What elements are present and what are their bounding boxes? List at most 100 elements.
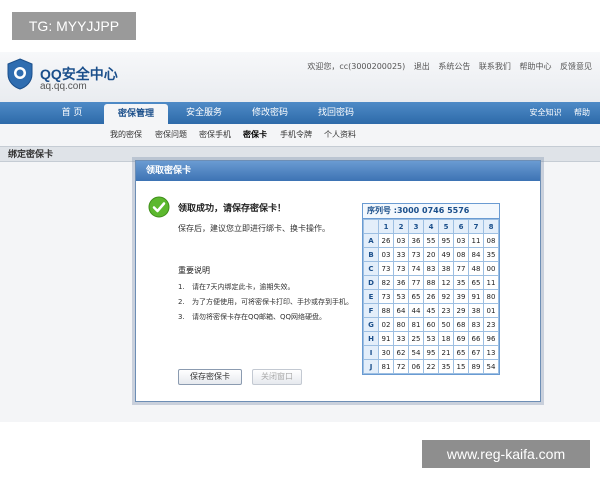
card-cell: 95	[438, 233, 454, 248]
card-cell: 65	[468, 275, 484, 290]
card-cell: 83	[468, 317, 484, 332]
card-row-label: E	[363, 289, 379, 304]
card-cell: 29	[453, 303, 469, 318]
card-cell: 00	[483, 261, 499, 276]
tab-recover-password[interactable]: 找回密码	[304, 102, 368, 124]
card-cell: 22	[423, 359, 439, 374]
card-cell: 36	[408, 233, 424, 248]
card-cell: 50	[438, 317, 454, 332]
site-url-label: www.reg-kaifa.com	[422, 440, 590, 468]
card-row: C 73 73 74 83 38 77 48 00	[363, 261, 499, 276]
card-column-header: 4	[423, 219, 439, 234]
top-links: 欢迎您，cc(3000200025) 退出 系统公告 联系我们 帮助中心 反馈意…	[301, 61, 592, 72]
contact-link[interactable]: 联系我们	[479, 62, 511, 71]
card-cell: 11	[483, 275, 499, 290]
card-row: A 26 03 36 55 95 03 11 08	[363, 233, 499, 248]
card-cell: 81	[408, 317, 424, 332]
note-item: 3. 请勿将密保卡存在QQ邮箱、QQ网络硬盘。	[178, 313, 327, 321]
card-cell: 13	[483, 345, 499, 360]
card-column-header: 8	[483, 219, 499, 234]
card-row-label: H	[363, 331, 379, 346]
card-cell: 54	[408, 345, 424, 360]
announcement-link[interactable]: 系统公告	[438, 62, 470, 71]
nav-right-links: 安全知识 帮助	[519, 102, 590, 124]
notes-title: 重要说明	[178, 266, 210, 275]
card-cell: 18	[438, 331, 454, 346]
card-cell: 03	[393, 233, 409, 248]
card-cell: 26	[378, 233, 394, 248]
card-cell: 45	[423, 303, 439, 318]
card-cell: 12	[438, 275, 454, 290]
save-card-button[interactable]: 保存密保卡	[178, 369, 242, 385]
card-row: F 88 64 44 45 23 29 38 01	[363, 303, 499, 318]
card-cell: 39	[453, 289, 469, 304]
card-cell: 38	[468, 303, 484, 318]
card-cell: 01	[483, 303, 499, 318]
card-cell: 33	[393, 331, 409, 346]
card-row: B 03 33 73 20 49 08 84 35	[363, 247, 499, 262]
claim-card-dialog: 领取密保卡 领取成功，请保存密保卡！ 保存后，建议您立即进行绑卡、换卡操作。 重…	[135, 160, 541, 402]
subnav-security-card[interactable]: 密保卡	[243, 129, 267, 140]
card-cell: 83	[423, 261, 439, 276]
tip-text: 保存后，建议您立即进行绑卡、换卡操作。	[178, 224, 330, 233]
help-link[interactable]: 帮助	[574, 108, 590, 117]
welcome-text: 欢迎您，cc(3000200025)	[307, 62, 406, 71]
card-cell: 33	[393, 247, 409, 262]
card-grid: 12345678 A 26 03 36 55 95 03 11 08 B 03 33 73 20 49 08 8…	[363, 219, 499, 374]
tab-security-service[interactable]: 安全服务	[172, 102, 236, 124]
card-column-header: 2	[393, 219, 409, 234]
card-cell: 48	[468, 261, 484, 276]
card-cell: 23	[483, 317, 499, 332]
card-cell: 02	[378, 317, 394, 332]
card-row: I 30 62 54 95 21 65 67 13	[363, 345, 499, 360]
tab-change-password[interactable]: 修改密码	[238, 102, 302, 124]
help-center-link[interactable]: 帮助中心	[519, 62, 551, 71]
card-cell: 68	[453, 317, 469, 332]
tab-home[interactable]: 首 页	[40, 102, 104, 124]
logout-link[interactable]: 退出	[414, 62, 430, 71]
card-cell: 38	[438, 261, 454, 276]
card-row: D 82 36 77 88 12 35 65 11	[363, 275, 499, 290]
security-card: 序列号 :3000 0746 5576 12345678 A 26 03 36 55 95…	[362, 203, 500, 375]
tab-security-management[interactable]: 密保管理	[104, 104, 168, 124]
main-nav: 首 页 密保管理 安全服务 修改密码 找回密码 安全知识 帮助	[0, 102, 600, 124]
card-row-label: I	[363, 345, 379, 360]
subnav-security-question[interactable]: 密保问题	[155, 129, 187, 140]
card-cell: 84	[468, 247, 484, 262]
card-cell: 91	[468, 289, 484, 304]
card-cell: 49	[438, 247, 454, 262]
card-cell: 26	[423, 289, 439, 304]
card-cell: 23	[438, 303, 454, 318]
card-row-label: C	[363, 261, 379, 276]
card-row: H 91 33 25 53 18 69 66 96	[363, 331, 499, 346]
subnav-my-security[interactable]: 我的密保	[110, 129, 142, 140]
card-cell: 54	[483, 359, 499, 374]
card-cell: 35	[453, 275, 469, 290]
card-cell: 60	[423, 317, 439, 332]
shield-logo-icon	[7, 58, 33, 90]
card-cell: 53	[423, 331, 439, 346]
card-cell: 03	[453, 233, 469, 248]
security-knowledge-link[interactable]: 安全知识	[529, 108, 561, 117]
card-cell: 73	[393, 261, 409, 276]
feedback-link[interactable]: 反馈意见	[560, 62, 592, 71]
subnav-security-phone[interactable]: 密保手机	[199, 129, 231, 140]
subnav-personal-info[interactable]: 个人资料	[324, 129, 356, 140]
card-cell: 55	[423, 233, 439, 248]
subnav-mobile-token[interactable]: 手机令牌	[280, 129, 312, 140]
card-column-header: 7	[468, 219, 484, 234]
notes-list: 1. 请在7天内绑定此卡，逾期失效。 2. 为了方便使用，可将密保卡打印、手抄或存到…	[178, 281, 354, 326]
card-cell: 67	[468, 345, 484, 360]
card-row-label: G	[363, 317, 379, 332]
card-row: G 02 80 81 60 50 68 83 23	[363, 317, 499, 332]
card-cell: 53	[393, 289, 409, 304]
card-cell: 73	[378, 261, 394, 276]
card-row-label: B	[363, 247, 379, 262]
card-cell: 36	[393, 275, 409, 290]
card-cell: 95	[423, 345, 439, 360]
close-window-button[interactable]: 关闭窗口	[252, 369, 302, 385]
card-serial-number: 序列号 :3000 0746 5576	[363, 204, 499, 219]
card-column-header: 5	[438, 219, 454, 234]
note-item: 2. 为了方便使用，可将密保卡打印、手抄或存到手机。	[178, 298, 353, 306]
card-corner-cell	[363, 219, 379, 234]
